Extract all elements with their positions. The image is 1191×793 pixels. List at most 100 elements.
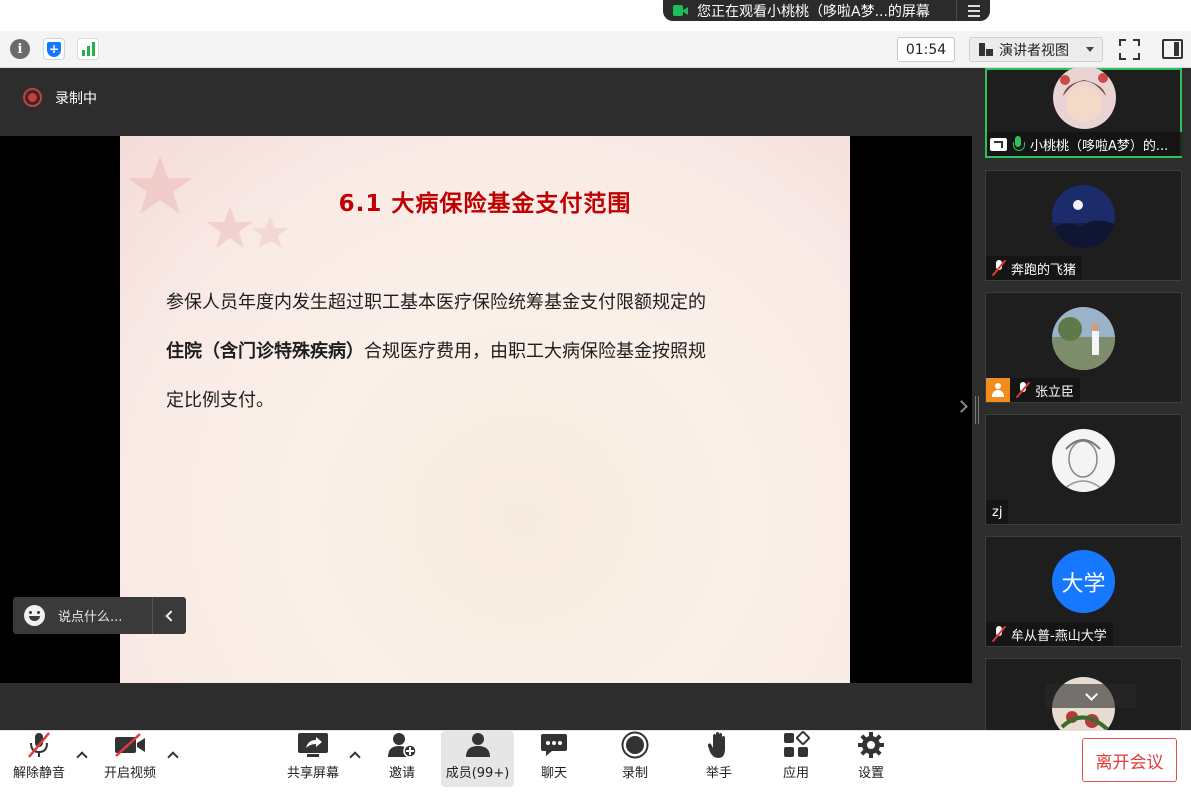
microphone-muted-icon xyxy=(26,731,52,759)
slide-line-3: 定比例支付。 xyxy=(166,390,274,411)
recording-icon xyxy=(23,88,42,107)
record-button[interactable]: 录制 xyxy=(613,731,657,787)
slide-line-1: 参保人员年度内发生超过职工基本医疗保险统筹基金支付限额规定的 xyxy=(166,292,706,313)
collapse-comment-button[interactable] xyxy=(152,597,186,634)
microphone-muted-icon xyxy=(1017,382,1029,398)
layout-icon xyxy=(979,43,993,56)
participant-name: zj xyxy=(992,504,1003,520)
chat-icon xyxy=(540,731,568,759)
chat-button[interactable]: 聊天 xyxy=(532,731,576,787)
share-screen-button[interactable]: 共享屏幕 xyxy=(282,731,344,787)
raise-hand-label: 举手 xyxy=(705,766,732,781)
banner-menu-icon[interactable] xyxy=(956,0,990,21)
apps-label: 应用 xyxy=(782,766,809,781)
share-bottom-margin xyxy=(0,683,972,730)
start-video-button[interactable]: 开启视频 xyxy=(100,731,160,787)
comment-placeholder[interactable]: 说点什么... xyxy=(58,606,152,625)
video-options-caret[interactable] xyxy=(167,751,179,763)
participant-tile[interactable] xyxy=(985,658,1182,730)
participant-name-bar: zj xyxy=(986,500,1009,524)
unmute-button[interactable]: 解除静音 xyxy=(10,731,68,787)
meeting-timer: 01:54 xyxy=(897,37,955,62)
gear-icon xyxy=(857,731,885,759)
apps-button[interactable]: 应用 xyxy=(774,731,818,787)
raise-hand-icon xyxy=(707,731,731,759)
participant-tile[interactable]: 奔跑的飞猪 xyxy=(985,170,1182,281)
participant-name: 牟从普-燕山大学 xyxy=(1011,628,1107,644)
network-signal-icon[interactable] xyxy=(77,38,99,60)
participant-name-bar: 奔跑的飞猪 xyxy=(986,256,1083,280)
participant-name: 张立臣 xyxy=(1035,384,1075,400)
share-screen-label: 共享屏幕 xyxy=(286,766,339,781)
slide-line-2: 住院（含门诊特殊疾病）合规医疗费用，由职工大病保险基金按照规 xyxy=(166,327,786,376)
slide-title: 6.1 大病保险基金支付范围 xyxy=(338,191,632,217)
participant-name-bar: 张立臣 xyxy=(986,378,1081,402)
slide-body: 参保人员年度内发生超过职工基本医疗保险统筹基金支付限额规定的 住院（含门诊特殊疾… xyxy=(166,278,786,425)
participant-gallery[interactable]: 小桃桃（哆啦A梦）的... 奔跑的飞猪 张立臣 zj 大学 牟从普-燕山大学 xyxy=(982,68,1191,730)
chevron-down-icon xyxy=(1084,687,1098,701)
participant-name: 奔跑的飞猪 xyxy=(1011,262,1077,278)
participant-name: 小桃桃（哆啦A梦）的... xyxy=(1030,138,1169,154)
presentation-slide: 6.1 大病保险基金支付范围 参保人员年度内发生超过职工基本医疗保险统筹基金支付… xyxy=(120,136,850,683)
record-label: 录制 xyxy=(621,766,648,781)
participant-tile[interactable]: 张立臣 xyxy=(985,292,1182,403)
participant-tile[interactable]: 小桃桃（哆啦A梦）的... xyxy=(985,68,1182,158)
shared-screen-area: 录制中 6.1 大病保险基金支付范围 参保人员年度内发生超过职工基本医疗保险统筹… xyxy=(0,68,972,730)
view-mode-dropdown[interactable]: 演讲者视图 xyxy=(969,37,1103,62)
unmute-label: 解除静音 xyxy=(12,766,65,781)
security-shield-icon[interactable]: + xyxy=(43,38,65,60)
recording-bar: 录制中 xyxy=(0,68,972,136)
start-video-label: 开启视频 xyxy=(103,766,156,781)
sharing-screen-icon xyxy=(990,137,1007,151)
host-icon xyxy=(986,378,1010,402)
avatar xyxy=(1053,68,1116,129)
avatar xyxy=(1052,307,1115,370)
side-panel-toggle-icon[interactable] xyxy=(1162,39,1183,59)
top-strip: 您正在观看小桃桃（哆啦A梦...的屏幕 xyxy=(0,0,1191,30)
microphone-muted-icon xyxy=(993,260,1005,276)
members-icon xyxy=(463,731,493,759)
raise-hand-button[interactable]: 举手 xyxy=(697,731,741,787)
chat-label: 聊天 xyxy=(540,766,567,781)
share-banner-text: 您正在观看小桃桃（哆啦A梦...的屏幕 xyxy=(697,3,930,20)
video-off-icon xyxy=(114,731,146,759)
add-user-icon xyxy=(387,731,417,759)
microphone-muted-icon xyxy=(993,626,1005,642)
screen-share-icon xyxy=(673,4,691,17)
info-icon[interactable]: i xyxy=(9,38,31,60)
members-button[interactable]: 成员(99+) xyxy=(441,731,514,787)
slide-line-2-rest: 合规医疗费用，由职工大病保险基金按照规 xyxy=(364,341,706,362)
share-screen-icon xyxy=(297,731,329,759)
participant-tile[interactable]: 大学 牟从普-燕山大学 xyxy=(985,536,1182,647)
comment-input[interactable]: 说点什么... xyxy=(13,597,186,634)
invite-button[interactable]: 邀请 xyxy=(380,731,424,787)
leave-meeting-button[interactable]: 离开会议 xyxy=(1082,738,1177,782)
audio-options-caret[interactable] xyxy=(76,751,88,763)
invite-label: 邀请 xyxy=(388,766,415,781)
participant-tile[interactable]: zj xyxy=(985,414,1182,525)
share-options-caret[interactable] xyxy=(349,751,361,763)
participant-name-bar: 小桃桃（哆啦A梦）的... xyxy=(987,132,1182,156)
meeting-info-bar: i + 01:54 演讲者视图 xyxy=(0,31,1191,68)
members-label: 成员(99+) xyxy=(445,766,510,781)
meeting-controls-bar: 解除静音 开启视频 共享屏幕 邀请 成员(99+) 聊天 录制 举手 应用 设置… xyxy=(0,730,1191,793)
screen-share-banner[interactable]: 您正在观看小桃桃（哆啦A梦...的屏幕 xyxy=(663,0,990,21)
avatar xyxy=(1052,185,1115,248)
scroll-down-button[interactable] xyxy=(1046,684,1136,708)
emoji-icon[interactable] xyxy=(24,605,45,626)
apps-icon xyxy=(782,731,810,759)
view-mode-label: 演讲者视图 xyxy=(999,42,1069,59)
fullscreen-icon[interactable] xyxy=(1119,39,1140,60)
participant-name-bar: 牟从普-燕山大学 xyxy=(986,622,1113,646)
settings-button[interactable]: 设置 xyxy=(849,731,893,787)
splitter-grip[interactable] xyxy=(975,396,979,424)
avatar xyxy=(1052,429,1115,492)
record-icon xyxy=(621,731,649,759)
panel-splitter[interactable] xyxy=(972,68,982,730)
slide-line-2-bold: 住院（含门诊特殊疾病） xyxy=(166,341,364,362)
avatar: 大学 xyxy=(1052,550,1115,613)
recording-label: 录制中 xyxy=(55,91,97,107)
microphone-on-icon xyxy=(1012,136,1025,152)
settings-label: 设置 xyxy=(857,766,884,781)
meeting-window: 您正在观看小桃桃（哆啦A梦...的屏幕 i + 01:54 演讲者视图 录制中 xyxy=(0,0,1191,793)
